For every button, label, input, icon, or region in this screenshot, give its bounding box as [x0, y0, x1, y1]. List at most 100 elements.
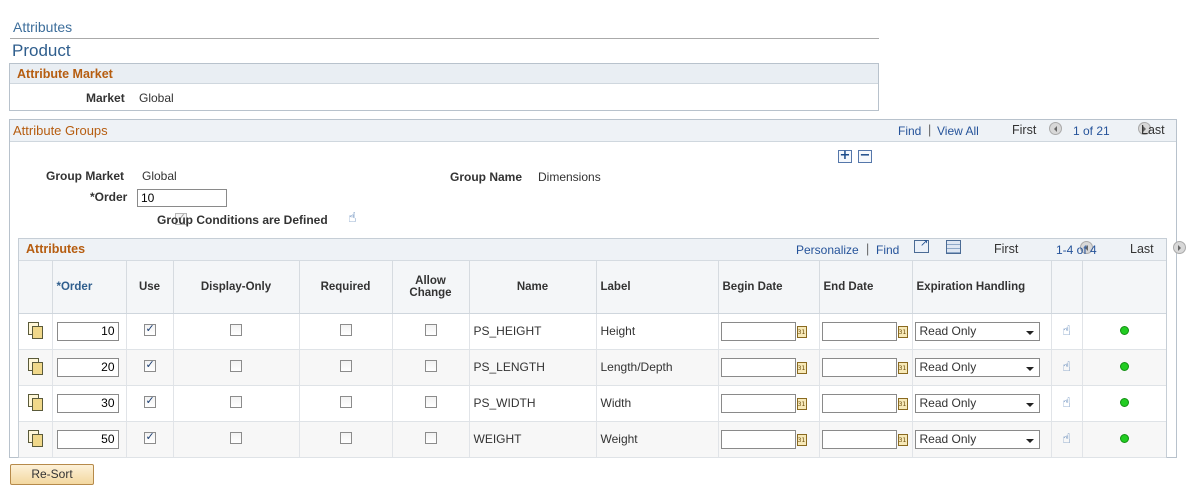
name-cell: PS_HEIGHT [469, 313, 597, 350]
chevron-left-icon[interactable] [1049, 122, 1062, 135]
calendar-icon[interactable]: 31 [897, 397, 908, 410]
details-cell[interactable] [19, 421, 53, 458]
groups-last-link[interactable]: Last [1141, 123, 1165, 137]
attributes-find-link[interactable]: Find [876, 243, 899, 257]
end-date-input[interactable] [821, 393, 897, 413]
calendar-icon[interactable]: 31 [796, 397, 807, 410]
required-checkbox[interactable] [339, 359, 352, 372]
calendar-icon[interactable]: 31 [796, 433, 807, 446]
row-order-input[interactable] [56, 393, 119, 413]
order-cell [52, 313, 127, 350]
end-date-input[interactable] [821, 321, 897, 341]
conditions-hand-icon[interactable]: ☝ [1062, 432, 1071, 446]
end-date-cell: 31 [819, 313, 913, 350]
begin-date-input[interactable] [720, 429, 796, 449]
allow-change-checkbox[interactable] [424, 359, 437, 372]
conditions-cell: ☝ [1051, 385, 1083, 422]
delete-row-button[interactable]: − [858, 149, 872, 163]
row-order-input[interactable] [56, 429, 119, 449]
col-allow-change: Allow Change [392, 261, 470, 314]
order-input[interactable] [137, 189, 227, 207]
allow-change-cell [392, 313, 470, 350]
details-cell[interactable] [19, 349, 53, 386]
groups-separator: | [928, 123, 932, 137]
status-cell [1082, 313, 1166, 350]
calendar-icon[interactable]: 31 [897, 361, 908, 374]
display-only-checkbox[interactable] [230, 359, 242, 372]
begin-date-input[interactable] [720, 321, 796, 341]
conditions-hand-icon[interactable]: ☝ [1062, 396, 1071, 410]
calendar-icon[interactable]: 31 [796, 325, 807, 338]
use-checkbox[interactable] [143, 358, 156, 372]
required-checkbox[interactable] [339, 323, 352, 336]
groups-view-all-link[interactable]: View All [937, 124, 979, 138]
status-cell [1082, 349, 1166, 386]
expiration-select[interactable]: Read Only [914, 393, 1040, 413]
status-dot-icon [1119, 326, 1129, 335]
attributes-table: *Order Use Display-Only Required Allow Ch… [19, 261, 1166, 458]
conditions-hand-icon[interactable]: ☝ [348, 211, 357, 225]
use-checkbox[interactable] [143, 430, 156, 444]
details-cell[interactable] [19, 385, 53, 422]
display-only-cell [173, 349, 300, 386]
conditions-hand-icon[interactable]: ☝ [1062, 324, 1071, 338]
expiration-select[interactable]: Read Only [914, 321, 1040, 341]
col-allow-change-line2: Change [409, 286, 452, 299]
end-date-cell: 31 [819, 385, 913, 422]
col-expiration-handling: Expiration Handling [912, 261, 1052, 314]
attributes-header: Attributes [26, 242, 86, 256]
details-icon[interactable] [28, 322, 44, 339]
attributes-count: 1-4 of 4 [1056, 243, 1097, 257]
download-grid-icon[interactable] [946, 240, 961, 254]
end-date-input[interactable] [821, 357, 897, 377]
chevron-right-icon[interactable] [1173, 241, 1186, 254]
display-only-checkbox[interactable] [230, 323, 242, 336]
attributes-last-link[interactable]: Last [1130, 242, 1154, 256]
use-checkbox[interactable] [143, 322, 156, 336]
details-icon[interactable] [28, 394, 44, 411]
calendar-icon[interactable]: 31 [796, 361, 807, 374]
col-label: Label [596, 261, 719, 314]
personalize-link[interactable]: Personalize [796, 243, 859, 257]
end-date-input[interactable] [821, 429, 897, 449]
allow-change-checkbox[interactable] [424, 395, 437, 408]
display-only-checkbox[interactable] [230, 431, 242, 444]
calendar-icon[interactable]: 31 [897, 433, 908, 446]
expiration-select[interactable]: Read Only [914, 357, 1040, 377]
group-name-value: Dimensions [538, 170, 601, 184]
row-order-input[interactable] [56, 321, 119, 341]
label-cell: Length/Depth [596, 349, 719, 386]
use-checkbox[interactable] [143, 394, 156, 408]
conditions-cell: ☝ [1051, 421, 1083, 458]
required-cell [299, 421, 393, 458]
table-row: PS_LENGTH Length/Depth 31 31 Read Only ☝ [19, 349, 1166, 386]
begin-date-cell: 31 [718, 313, 820, 350]
label-cell: Height [596, 313, 719, 350]
begin-date-cell: 31 [718, 349, 820, 386]
add-row-button[interactable]: + [838, 149, 852, 163]
groups-find-link[interactable]: Find [898, 124, 921, 138]
display-only-cell [173, 421, 300, 458]
begin-date-input[interactable] [720, 357, 796, 377]
expiration-select[interactable]: Read Only [914, 429, 1040, 449]
details-cell[interactable] [19, 313, 53, 350]
expiration-cell: Read Only [912, 349, 1052, 386]
allow-change-checkbox[interactable] [424, 323, 437, 336]
allow-change-checkbox[interactable] [424, 431, 437, 444]
begin-date-input[interactable] [720, 393, 796, 413]
required-checkbox[interactable] [339, 395, 352, 408]
details-icon[interactable] [28, 358, 44, 375]
view-all-grid-icon[interactable]: ↗ [914, 238, 929, 253]
label-cell: Weight [596, 421, 719, 458]
status-cell [1082, 421, 1166, 458]
col-name: Name [469, 261, 597, 314]
row-order-input[interactable] [56, 357, 119, 377]
resort-button[interactable]: Re-Sort [10, 464, 94, 485]
breadcrumb[interactable]: Attributes [13, 19, 72, 35]
display-only-checkbox[interactable] [230, 395, 242, 408]
calendar-icon[interactable]: 31 [897, 325, 908, 338]
conditions-hand-icon[interactable]: ☝ [1062, 360, 1071, 374]
required-checkbox[interactable] [339, 431, 352, 444]
display-only-cell [173, 313, 300, 350]
details-icon[interactable] [28, 430, 44, 447]
